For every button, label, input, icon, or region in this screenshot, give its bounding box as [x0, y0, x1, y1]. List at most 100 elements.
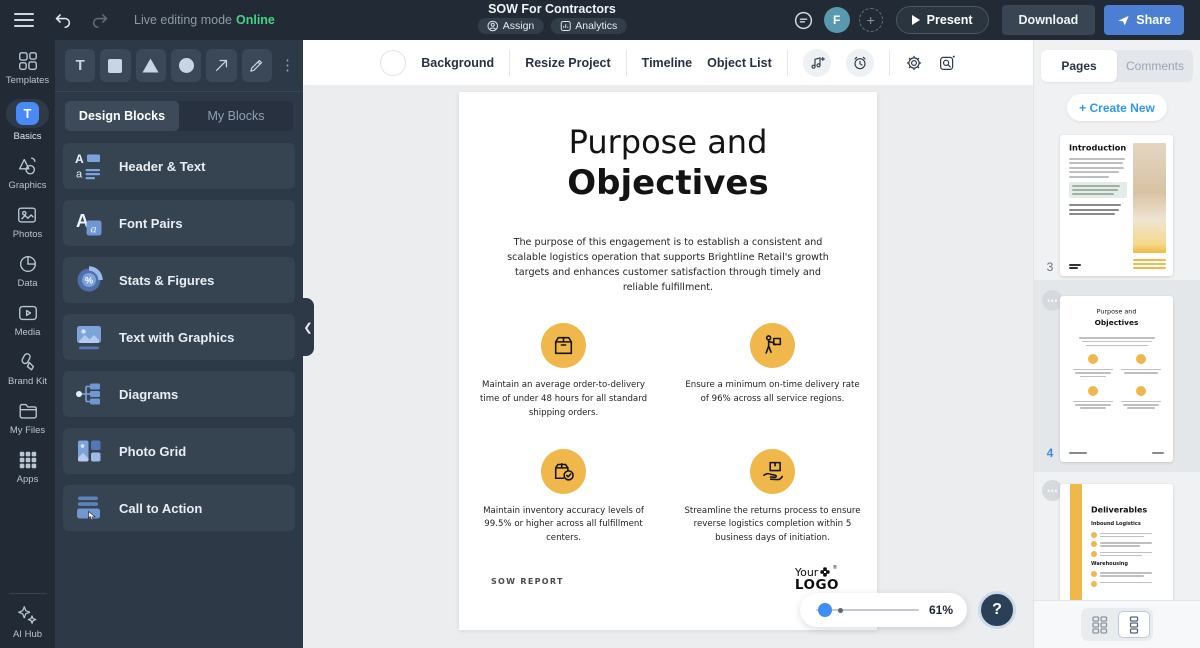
block-call-to-action[interactable]: Call to Action [63, 485, 295, 531]
sparkles-icon [18, 606, 37, 624]
tab-design-blocks[interactable]: Design Blocks [65, 101, 179, 131]
grid-view-button[interactable] [1084, 611, 1116, 638]
user-avatar[interactable]: F [823, 7, 850, 33]
triangle-shape-button[interactable] [135, 49, 166, 82]
thumbnail-photo [1133, 143, 1166, 253]
main-sidebar: Templates T Basics Graphics Photos Data … [0, 40, 55, 648]
zoom-slider-handle[interactable] [818, 603, 832, 617]
page-title[interactable]: Purpose and Objectives [459, 122, 877, 204]
text-tool-button[interactable]: T [65, 49, 96, 82]
background-button[interactable]: Background [421, 56, 494, 70]
sidebar-item-media[interactable]: Media [15, 302, 40, 338]
circle-shape-button[interactable] [170, 49, 202, 82]
pen-icon [250, 59, 263, 72]
background-color-swatch[interactable] [380, 49, 407, 76]
objective-item[interactable]: Streamline the returns process to ensure… [668, 448, 877, 546]
circle-icon [178, 58, 194, 73]
templates-grid-icon [18, 52, 37, 70]
collapse-panel-button[interactable]: ❮ [302, 298, 314, 356]
block-text-with-graphics[interactable]: Text with Graphics [63, 314, 295, 360]
arrow-shape-button[interactable] [206, 49, 237, 82]
block-font-pairs[interactable]: Aa Font Pairs [63, 200, 295, 246]
square-shape-button[interactable] [100, 49, 131, 82]
present-button[interactable]: Present [895, 6, 989, 34]
help-button[interactable]: ? [978, 591, 1016, 629]
page-thumbnail-purpose-objectives[interactable]: Purpose and Objectives [1060, 296, 1173, 462]
panel-divider [55, 91, 303, 92]
tab-my-blocks[interactable]: My Blocks [179, 101, 293, 131]
video-icon [18, 305, 37, 321]
zoom-control: 61% [800, 593, 967, 627]
list-view-button[interactable] [1118, 611, 1150, 638]
block-photo-grid[interactable]: Photo Grid [63, 428, 295, 474]
sidebar-item-brand-kit[interactable]: Brand Kit [8, 351, 47, 387]
timer-button[interactable] [845, 48, 874, 77]
analytics-icon [560, 21, 571, 31]
call-to-action-icon [77, 496, 100, 522]
sidebar-item-apps[interactable]: Apps [17, 449, 39, 485]
folder-icon [19, 403, 37, 419]
hamburger-menu-icon[interactable] [14, 13, 34, 27]
tab-pages[interactable]: Pages [1041, 50, 1117, 82]
svg-text:%: % [85, 276, 93, 286]
sidebar-item-photos[interactable]: Photos [13, 204, 42, 240]
page-thumbnail-deliverables[interactable]: Deliverables Inbound Logistics Warehousi… [1060, 484, 1173, 600]
add-music-button[interactable] [802, 48, 831, 77]
objective-item[interactable]: Maintain an average order-to-delivery ti… [459, 323, 668, 420]
share-button[interactable]: Share [1104, 5, 1184, 35]
brand-logo[interactable]: Your ® LOGO [795, 565, 839, 593]
undo-button[interactable] [52, 10, 72, 30]
redo-icon [92, 13, 107, 28]
sidebar-item-graphics[interactable]: Graphics [8, 155, 47, 191]
assign-button[interactable]: Assign [477, 18, 544, 34]
page-thumbnail-introduction[interactable]: Introduction [1060, 135, 1173, 276]
objective-item[interactable]: Maintain inventory accuracy levels of 99… [459, 448, 668, 546]
add-collaborator-button[interactable]: + [858, 8, 883, 32]
create-new-page-button[interactable]: + Create New [1067, 94, 1167, 121]
comments-button[interactable] [793, 9, 815, 31]
block-diagrams[interactable]: Diagrams [63, 371, 295, 417]
topbar: Live editing mode Online SOW For Contract… [0, 0, 1200, 40]
chat-bubble-icon [795, 11, 813, 29]
highlight-box [1069, 181, 1127, 198]
zoom-slider[interactable] [816, 603, 919, 617]
photo-grid-icon [78, 440, 101, 462]
more-shapes-menu[interactable]: ⋮ [280, 58, 295, 73]
redo-button[interactable] [90, 10, 110, 30]
brand-pen-icon [21, 353, 35, 371]
analytics-button[interactable]: Analytics [550, 18, 627, 34]
preview-button[interactable] [938, 54, 956, 72]
block-header-text[interactable]: Aa Header & Text [63, 143, 295, 189]
object-list-button[interactable]: Object List [707, 56, 772, 70]
svg-text:a: a [91, 222, 97, 236]
tab-comments[interactable]: Comments [1117, 50, 1193, 82]
sidebar-divider [8, 593, 47, 594]
project-title[interactable]: SOW For Contractors [488, 2, 616, 16]
gear-icon [906, 55, 921, 70]
draw-tool-button[interactable] [241, 49, 272, 82]
svg-text:A: A [75, 152, 84, 166]
objective-item[interactable]: Ensure a minimum on-time delivery rate o… [668, 323, 877, 420]
alarm-clock-icon [854, 56, 866, 69]
courier-delivery-icon [750, 323, 795, 369]
timeline-button[interactable]: Timeline [642, 56, 692, 70]
download-button[interactable]: Download [1001, 5, 1096, 35]
sidebar-item-templates[interactable]: Templates [6, 50, 49, 86]
diagrams-icon [76, 383, 100, 405]
returns-hand-box-icon [750, 448, 795, 494]
resize-project-button[interactable]: Resize Project [525, 56, 610, 70]
share-arrow-icon [1118, 15, 1129, 25]
sidebar-item-data[interactable]: Data [17, 253, 39, 289]
online-badge: Online [235, 13, 275, 27]
sidebar-item-basics[interactable]: T Basics [6, 99, 49, 142]
settings-button[interactable] [905, 54, 923, 72]
document-page[interactable]: Purpose and Objectives The purpose of th… [459, 92, 877, 630]
text-basics-icon: T [16, 102, 39, 125]
page-thumbnails: 3 Introduction ⋯ 4 Purpose and Objective… [1034, 129, 1200, 600]
sidebar-item-ai-hub[interactable]: AI Hub [13, 604, 42, 640]
apps-grid-icon [19, 451, 36, 469]
block-stats-figures[interactable]: % Stats & Figures [63, 257, 295, 303]
intro-paragraph[interactable]: The purpose of this engagement is to est… [500, 236, 836, 295]
page-footer-label[interactable]: SOW REPORT [491, 577, 564, 586]
sidebar-item-my-files[interactable]: My Files [10, 400, 45, 436]
